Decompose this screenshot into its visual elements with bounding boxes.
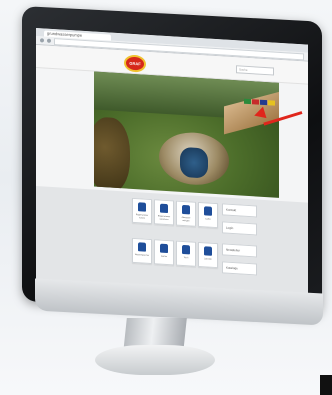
site-search-input[interactable]: Suche — [236, 65, 274, 76]
side-button-login[interactable]: Login — [222, 221, 257, 236]
back-icon[interactable] — [40, 38, 44, 43]
tile-label: Garten — [160, 255, 168, 259]
corner-fragment — [320, 375, 332, 395]
site-logo[interactable]: GRAF — [124, 54, 146, 73]
forward-icon[interactable] — [47, 38, 51, 43]
side-button-kataloge[interactable]: Kataloge — [222, 261, 257, 276]
flag-icon[interactable] — [260, 99, 267, 106]
tile-garten[interactable]: Garten — [154, 239, 174, 266]
flag-icon[interactable] — [268, 100, 275, 106]
tile-teich[interactable]: Teich — [176, 240, 196, 267]
tile-regenwasser-nutzen[interactable]: Regenwasser nutzen — [132, 197, 152, 225]
hero-image — [94, 71, 279, 198]
hero-bush — [94, 116, 130, 194]
side-button-kontakt[interactable]: Kontakt — [222, 203, 257, 218]
tile-wasserspeicher[interactable]: Wasserspeicher — [132, 237, 152, 265]
pond-icon — [182, 244, 190, 255]
treatment-icon — [182, 204, 190, 215]
tile-label: Carbo — [205, 218, 211, 221]
tile-label: Abwasser reinigen — [181, 216, 191, 222]
tile-carbo[interactable]: Carbo — [198, 201, 218, 229]
tank-pump-illustration — [180, 146, 208, 179]
garden-icon — [160, 243, 168, 254]
tile-label: Wasserspeicher — [134, 254, 150, 257]
tile-abwasser-reinigen[interactable]: Abwasser reinigen — [176, 200, 196, 227]
tile-label: Regenwasser nutzen — [135, 214, 149, 220]
tank-icon — [138, 202, 146, 212]
tile-label: Zubehör — [204, 258, 212, 261]
chair-icon — [204, 206, 212, 216]
tile-regenwasser-versickern[interactable]: Regenwasser versickern — [154, 199, 174, 226]
monitor-stand-base — [95, 345, 215, 375]
tank-icon — [138, 242, 146, 252]
tile-label: Regenwasser versickern — [157, 215, 171, 221]
rain-icon — [160, 203, 168, 214]
side-button-newsletter[interactable]: Newsletter — [222, 243, 257, 258]
xl-icon — [204, 246, 212, 256]
flag-icon[interactable] — [252, 99, 259, 105]
monitor-screen: grundwasserpumpe GRAF Suche Regenwasser … — [36, 28, 308, 301]
flag-icon[interactable] — [244, 98, 251, 105]
tile-label: Teich — [183, 257, 189, 260]
tile-zubehoer[interactable]: Zubehör — [198, 241, 218, 269]
